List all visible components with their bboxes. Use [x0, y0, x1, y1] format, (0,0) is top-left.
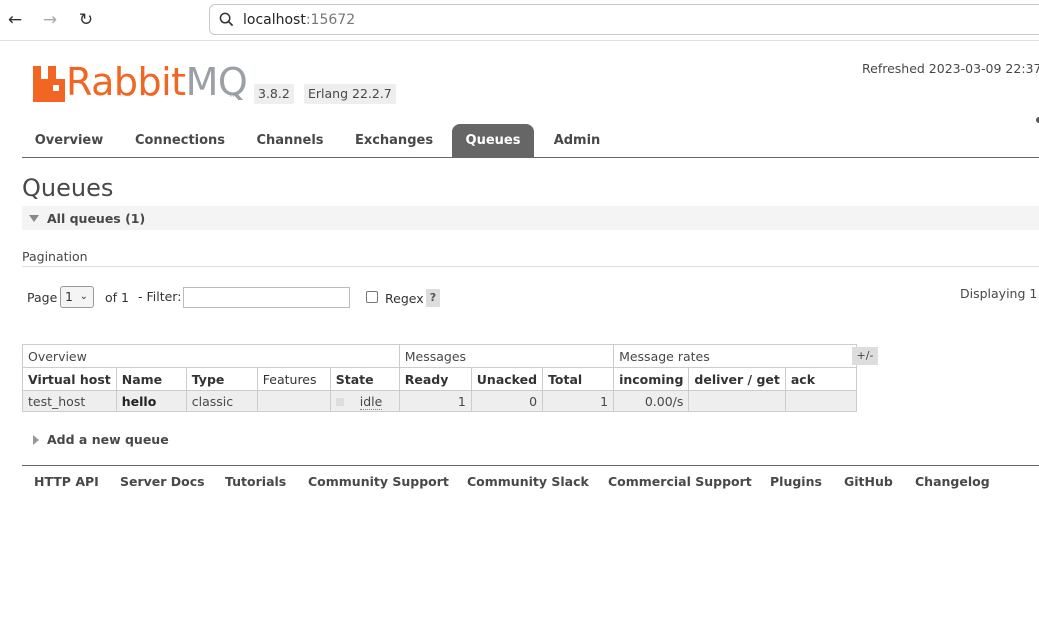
refreshed-status: Refreshed 2023-03-09 22:37:: [862, 61, 1039, 76]
page-select[interactable]: 1 ⌄: [60, 286, 94, 308]
cell-incoming: 0.00/s: [613, 390, 690, 412]
main-nav-tabs: Overview Connections Channels Exchanges …: [22, 124, 1039, 158]
footer-link-community-slack[interactable]: Community Slack: [467, 474, 589, 489]
col-unacked[interactable]: Unacked: [470, 367, 544, 391]
col-state[interactable]: State: [329, 367, 400, 391]
collapse-triangle-icon: [29, 215, 39, 222]
page-label: Page: [27, 290, 58, 305]
columns-toggle-button[interactable]: +/-: [852, 347, 878, 365]
cell-vhost: test_host: [22, 390, 117, 412]
footer-link-changelog[interactable]: Changelog: [915, 474, 990, 489]
group-overview: Overview: [22, 344, 400, 368]
group-messages: Messages: [398, 344, 615, 368]
tab-exchanges[interactable]: Exchanges: [349, 124, 439, 157]
footer-link-http-api[interactable]: HTTP API: [34, 474, 99, 489]
col-incoming[interactable]: incoming: [613, 367, 690, 391]
regex-checkbox[interactable]: [366, 291, 378, 303]
footer-divider: [22, 465, 1039, 466]
col-deliver-get[interactable]: deliver / get: [688, 367, 786, 391]
col-virtual-host[interactable]: Virtual host: [22, 367, 117, 391]
table-row[interactable]: test_host hello classic idle 1 0 1 0.00/…: [22, 390, 857, 412]
cell-state: idle: [329, 390, 400, 412]
cell-type: classic: [185, 390, 258, 412]
version-badge: 3.8.2: [254, 84, 294, 104]
cell-total: 1: [542, 390, 615, 412]
col-name[interactable]: Name: [115, 367, 187, 391]
col-total[interactable]: Total: [542, 367, 615, 391]
filter-input[interactable]: [183, 287, 350, 308]
table-column-header: Virtual host Name Type Features State Re…: [22, 367, 857, 391]
table-group-header: Overview Messages Message rates: [22, 344, 857, 368]
queue-name-link[interactable]: hello: [115, 390, 187, 412]
browser-toolbar: ← → ↻ localhost:15672: [0, 0, 1039, 41]
footer-link-server-docs[interactable]: Server Docs: [120, 474, 205, 489]
search-icon: [219, 12, 234, 27]
state-label: idle: [359, 393, 383, 410]
col-type[interactable]: Type: [185, 367, 258, 391]
footer-link-github[interactable]: GitHub: [844, 474, 893, 489]
cell-ready: 1: [398, 390, 472, 412]
queues-table: Overview Messages Message rates Virtual …: [22, 344, 857, 412]
logo-trademark: TM: [229, 92, 238, 99]
tab-queues[interactable]: Queues: [452, 124, 534, 157]
add-queue-label: Add a new queue: [47, 432, 169, 447]
cell-ack: [784, 390, 857, 412]
tab-connections[interactable]: Connections: [129, 124, 231, 157]
logo-wordmark: RabbitMQ: [66, 60, 248, 104]
cell-unacked: 0: [470, 390, 544, 412]
page-title: Queues: [22, 174, 114, 202]
col-features[interactable]: Features: [256, 367, 331, 391]
page-count: of 1: [105, 290, 129, 305]
state-indicator-icon: [335, 398, 344, 406]
back-arrow-icon[interactable]: ←: [5, 10, 25, 30]
pagination-label: Pagination: [22, 249, 88, 264]
address-bar[interactable]: localhost:15672: [209, 4, 1039, 35]
footer-link-plugins[interactable]: Plugins: [770, 474, 822, 489]
footer-link-community-support[interactable]: Community Support: [308, 474, 449, 489]
section-label: All queues (1): [47, 211, 146, 226]
rabbitmq-logo-icon: [33, 66, 65, 102]
cell-features: [256, 390, 331, 412]
chevron-down-icon: ⌄: [79, 291, 88, 302]
forward-arrow-icon[interactable]: →: [40, 10, 60, 30]
regex-label: Regex: [385, 291, 424, 306]
displaying-count: Displaying 1: [960, 286, 1038, 301]
col-ack[interactable]: ack: [784, 367, 857, 391]
expand-triangle-icon: [33, 435, 39, 445]
cell-deliver-get: [688, 390, 786, 412]
group-message-rates: Message rates: [613, 344, 857, 368]
tab-overview[interactable]: Overview: [29, 124, 109, 157]
tab-admin[interactable]: Admin: [549, 124, 605, 157]
reload-icon[interactable]: ↻: [76, 10, 96, 30]
erlang-version-badge: Erlang 22.2.7: [304, 84, 396, 104]
footer-link-commercial-support[interactable]: Commercial Support: [608, 474, 752, 489]
url-text: localhost:15672: [243, 12, 356, 28]
footer-link-tutorials[interactable]: Tutorials: [225, 474, 286, 489]
col-ready[interactable]: Ready: [398, 367, 472, 391]
all-queues-section-toggle[interactable]: All queues (1): [22, 206, 1039, 230]
regex-help-button[interactable]: ?: [426, 289, 440, 307]
pagination-divider: [22, 266, 1039, 267]
filter-label: - Filter:: [138, 289, 182, 304]
tab-channels[interactable]: Channels: [251, 124, 329, 157]
